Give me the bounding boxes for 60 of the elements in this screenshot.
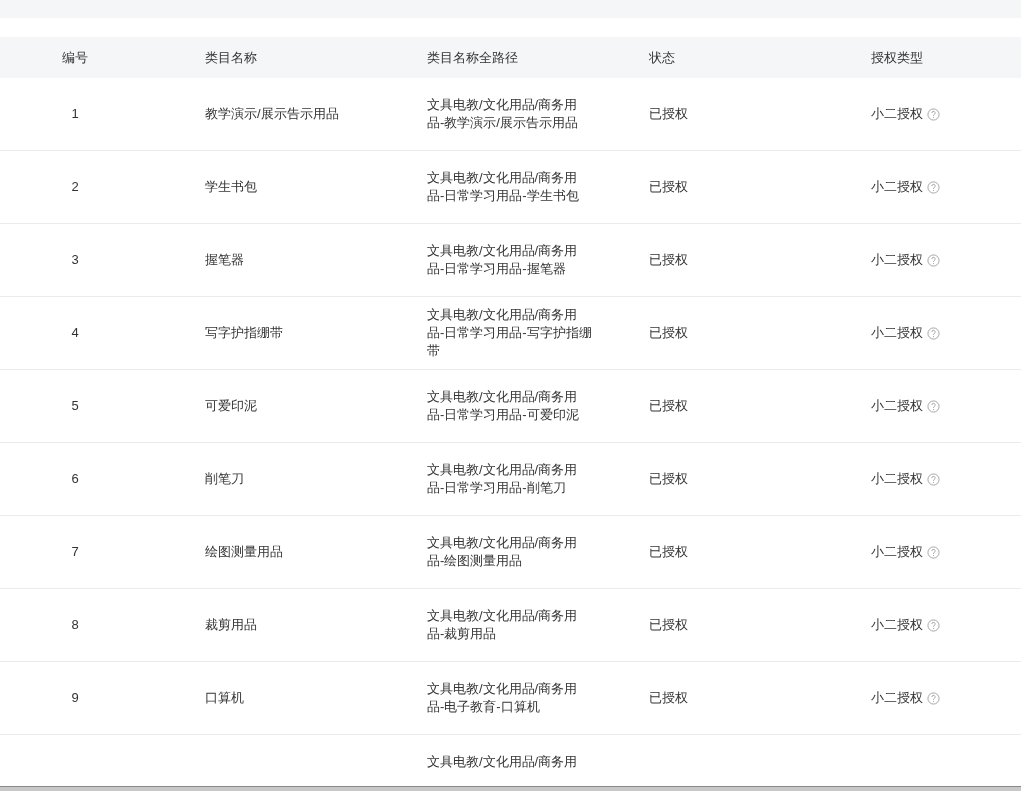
table-cell-text: 5 — [71, 397, 79, 416]
table-cell-text: 小二授权 — [871, 543, 923, 562]
help-icon[interactable] — [927, 618, 940, 632]
help-icon[interactable] — [927, 399, 940, 413]
help-icon[interactable] — [927, 326, 940, 340]
table-cell-text: 7 — [71, 543, 79, 562]
table-cell-text: 已授权 — [648, 543, 689, 562]
table-cell-text: 文具电教/文化用品/商务用品-电子教育-口算机 — [427, 680, 579, 716]
table-cell-text: 写字护指绷带 — [204, 324, 284, 343]
table-cell-text: 小二授权 — [871, 178, 923, 197]
help-icon[interactable] — [927, 180, 940, 194]
help-icon[interactable] — [927, 691, 940, 705]
table-cell-text: 1 — [71, 105, 79, 124]
table-cell-text: 文具电教/文化用品/商务用 — [427, 753, 579, 771]
table-cell-text: 文具电教/文化用品/商务用品-绘图测量用品 — [427, 534, 579, 570]
table-cell-text: 教学演示/展示告示用品 — [204, 105, 340, 124]
table-cell-text: 已授权 — [648, 105, 689, 124]
table-cell-text: 已授权 — [648, 470, 689, 489]
table-cell-text: 9 — [71, 689, 79, 708]
column-header: 编号 — [62, 48, 88, 67]
table-cell-text: 小二授权 — [871, 105, 923, 124]
help-icon[interactable] — [927, 107, 940, 121]
table-cell-text: 文具电教/文化用品/商务用品-裁剪用品 — [427, 607, 579, 643]
table-cell-text: 6 — [71, 470, 79, 489]
table-cell-text: 文具电教/文化用品/商务用品-日常学习用品-学生书包 — [427, 169, 580, 205]
table-cell-text: 裁剪用品 — [204, 616, 258, 635]
table-cell-text: 已授权 — [648, 178, 689, 197]
table-cell-text: 2 — [71, 178, 79, 197]
table-cell-text: 4 — [71, 324, 79, 343]
table-cell-text: 小二授权 — [871, 397, 923, 416]
table-cell-text: 小二授权 — [871, 616, 923, 635]
table-cell-text: 小二授权 — [871, 251, 923, 270]
table-cell-text: 小二授权 — [871, 470, 923, 489]
column-header: 授权类型 — [870, 48, 924, 67]
table-cell-text: 文具电教/文化用品/商务用品-日常学习用品-握笔器 — [427, 242, 579, 278]
table-cell-text: 小二授权 — [871, 324, 923, 343]
column-header: 状态 — [648, 48, 676, 67]
table-cell-text: 8 — [71, 616, 79, 635]
table-cell-text: 削笔刀 — [204, 470, 245, 489]
column-header: 类目名称 — [204, 48, 258, 67]
column-header: 类目名称全路径 — [426, 48, 519, 67]
help-icon[interactable] — [927, 253, 940, 267]
table-cell-text: 已授权 — [648, 324, 689, 343]
table-cell-text: 握笔器 — [204, 251, 245, 270]
table-cell-text: 学生书包 — [204, 178, 258, 197]
table-cell-text: 3 — [71, 251, 79, 270]
help-icon[interactable] — [927, 545, 940, 559]
help-icon[interactable] — [927, 472, 940, 486]
table-cell: 文具电教/文化用品/商务用品-日常学习用品-写字护指绷带 — [427, 306, 593, 360]
table-cell-text: 可爱印泥 — [204, 397, 258, 416]
table-cell-text: 文具电教/文化用品/商务用品-日常学习用品-削笔刀 — [427, 461, 579, 497]
table-cell-text: 绘图测量用品 — [204, 543, 284, 562]
table-cell-text: 已授权 — [648, 616, 689, 635]
table-cell-text: 已授权 — [648, 689, 689, 708]
table-cell-text: 已授权 — [648, 397, 689, 416]
table-cell-text: 小二授权 — [871, 689, 923, 708]
table-cell-text: 口算机 — [204, 689, 245, 708]
table-cell-text: 文具电教/文化用品/商务用品-教学演示/展示告示用品 — [427, 96, 579, 132]
table-cell-text: 文具电教/文化用品/商务用品-日常学习用品-可爱印泥 — [427, 388, 580, 424]
table-cell-text: 已授权 — [648, 251, 689, 270]
